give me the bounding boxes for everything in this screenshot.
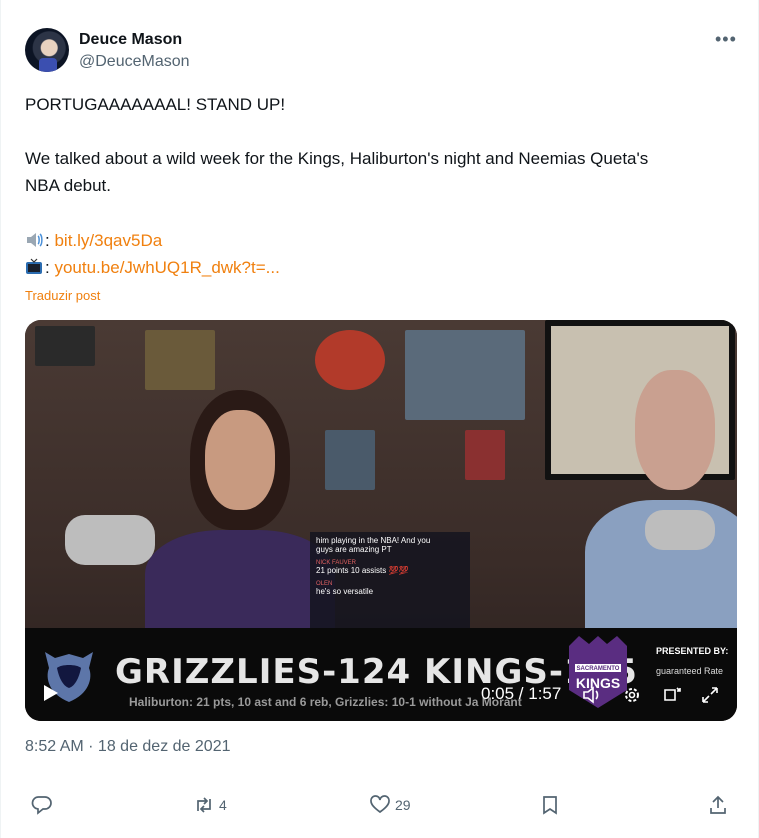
microphone-right	[645, 510, 715, 550]
like-count: 29	[395, 797, 411, 813]
reply-button[interactable]	[31, 790, 53, 820]
speaker-icon	[27, 233, 43, 247]
picture-in-picture-icon[interactable]	[661, 684, 683, 706]
wall-poster	[465, 430, 505, 480]
microphone-left	[65, 515, 155, 565]
chat-message: guys are amazing PT	[316, 545, 392, 554]
action-bar: 4 29	[1, 790, 759, 820]
tweet-text-line-2: We talked about a wild week for the King…	[25, 149, 649, 168]
video-link[interactable]: youtu.be/JwhUQ1R_dwk?t=...	[54, 258, 279, 277]
play-icon[interactable]	[39, 682, 61, 704]
avatar[interactable]	[25, 28, 69, 72]
share-button[interactable]	[707, 790, 729, 820]
retweet-button[interactable]: 4	[193, 790, 227, 820]
retweet-count: 4	[219, 797, 227, 813]
chat-message: him playing in the NBA! And you	[316, 536, 431, 545]
like-button[interactable]: 29	[369, 790, 411, 820]
audio-link-line: : bit.ly/3qav5Da	[25, 230, 162, 252]
wall-poster	[325, 430, 375, 490]
wall-poster	[35, 326, 95, 366]
score-subtext: Haliburton: 21 pts, 10 ast and 6 reb, Gr…	[129, 695, 522, 709]
fullscreen-icon[interactable]	[699, 684, 721, 706]
more-options-icon[interactable]: •••	[715, 30, 737, 48]
colon: :	[45, 231, 50, 250]
settings-gear-icon[interactable]	[621, 684, 643, 706]
sponsor-label: guaranteed Rate	[656, 666, 724, 676]
audio-link[interactable]: bit.ly/3qav5Da	[54, 231, 162, 250]
video-link-line: : youtu.be/JwhUQ1R_dwk?t=...	[25, 257, 280, 279]
tweet-card: Deuce Mason @DeuceMason ••• PORTUGAAAAAA…	[0, 0, 759, 838]
wall-poster	[315, 330, 385, 390]
television-icon	[26, 258, 42, 274]
live-chat-overlay: him playing in the NBA! And you guys are…	[310, 532, 470, 632]
colon: :	[45, 258, 50, 277]
author-name[interactable]: Deuce Mason	[79, 31, 182, 49]
wall-poster	[145, 330, 215, 390]
video-player[interactable]: him playing in the NBA! And you guys are…	[25, 320, 737, 721]
tweet-text-line-1: PORTUGAAAAAAAL! STAND UP!	[25, 95, 286, 114]
kings-logo-subtext: SACRAMENTO	[577, 666, 620, 672]
bookmark-icon	[543, 796, 557, 815]
translate-post-link[interactable]: Traduzir post	[25, 288, 100, 303]
video-time: 0:05 / 1:57	[481, 684, 562, 703]
reply-icon	[31, 796, 52, 815]
chat-message: he's so versatile	[316, 587, 374, 596]
host-right	[585, 370, 737, 630]
chat-message: 21 points 10 assists 💯💯	[316, 566, 409, 575]
retweet-icon	[197, 797, 211, 813]
bookmark-button[interactable]	[539, 790, 561, 820]
tweet-text-line-3: NBA debut.	[25, 176, 112, 195]
share-icon	[710, 795, 726, 814]
author-handle[interactable]: @DeuceMason	[79, 53, 190, 71]
presented-by-label: PRESENTED BY:	[656, 646, 729, 656]
heart-icon	[370, 795, 390, 814]
tweet-timestamp[interactable]: 8:52 AM · 18 de dez de 2021	[25, 738, 230, 756]
wall-poster	[405, 330, 525, 420]
volume-icon[interactable]	[581, 684, 603, 706]
host-left	[145, 390, 335, 640]
